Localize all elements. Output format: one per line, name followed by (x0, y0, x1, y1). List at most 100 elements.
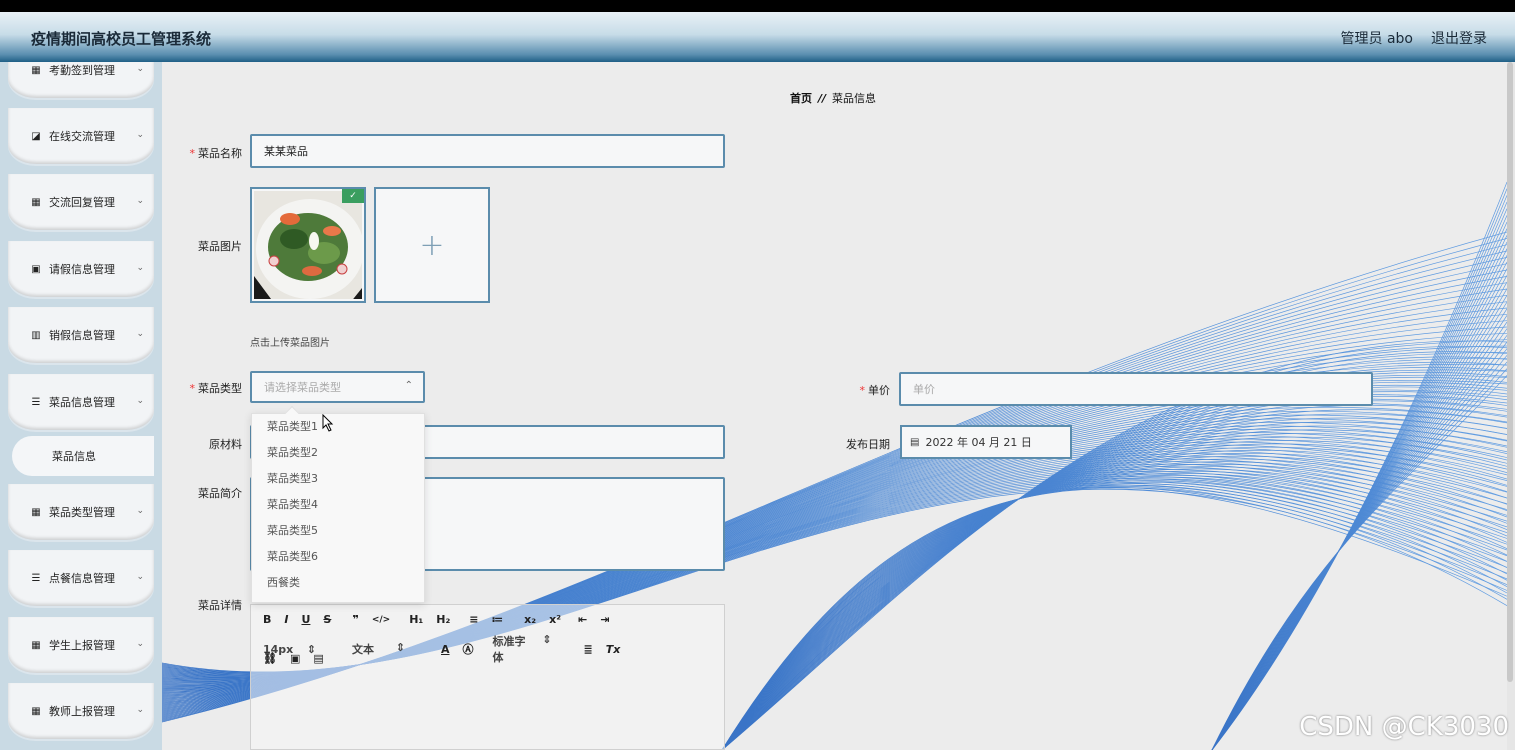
sidebar-item-label: 点餐信息管理 (49, 572, 115, 585)
sidebar-item-teacher-report[interactable]: ▦ 教师上报管理 ⌄ (8, 683, 154, 739)
breadcrumb: 首页 // 菜品信息 (790, 90, 876, 106)
sidebar-subitem-label: 菜品信息 (52, 450, 96, 463)
sidebar-item-label: 交流回复管理 (49, 196, 115, 209)
code-icon[interactable]: </> (372, 615, 390, 625)
top-header: 疫情期间高校员工管理系统 管理员 abo 退出登录 (0, 12, 1515, 62)
italic-icon[interactable]: I (284, 613, 288, 626)
chevron-up-icon: ⌃ (404, 380, 413, 391)
user-area: 管理员 abo 退出登录 (1341, 28, 1487, 48)
dish-thumbnail (254, 191, 362, 299)
bar-chart-icon: ▥ (31, 329, 41, 341)
list-icon: ☰ (31, 572, 41, 584)
dropdown-option[interactable]: 菜品类型5 (252, 518, 424, 544)
font-color-icon[interactable]: A (441, 643, 450, 656)
heading2-icon[interactable]: H₂ (436, 613, 450, 626)
breadcrumb-home[interactable]: 首页 (790, 92, 812, 105)
upload-hint: 点击上传菜品图片 (250, 338, 330, 349)
grid-icon: ▦ (31, 196, 41, 208)
video-icon[interactable]: ▤ (313, 652, 323, 665)
dropdown-option[interactable]: 西餐类 (252, 570, 424, 596)
plus-icon: + (419, 227, 445, 263)
material-label: 原材料 (209, 438, 242, 451)
rich-text-editor[interactable]: B I U S ❞ </> H₁ H₂ ≡ ≔ x₂ x² ⇤ ⇥ 14px ⇕ … (250, 604, 725, 750)
sidebar-item-label: 在线交流管理 (49, 130, 115, 143)
editor-toolbar-row-1: B I U S ❞ </> H₁ H₂ ≡ ≔ x₂ x² ⇤ ⇥ (263, 613, 622, 626)
dish-type-select[interactable]: 请选择菜品类型 ⌃ (250, 371, 425, 403)
chevron-down-icon: ⌄ (136, 329, 144, 339)
subscript-icon[interactable]: x₂ (524, 613, 536, 626)
sidebar-item-attendance[interactable]: ▦ 考勤签到管理 ⌄ (8, 62, 154, 98)
mouse-cursor-icon (322, 414, 334, 432)
dropdown-option[interactable]: 菜品类型6 (252, 544, 424, 570)
breadcrumb-separator: // (818, 92, 827, 105)
sidebar-item-label: 学生上报管理 (49, 639, 115, 652)
text-style-select[interactable]: 文本 ⇕ (352, 641, 418, 657)
link-icon[interactable]: ⛓ (263, 652, 277, 665)
grid-icon: ▦ (31, 705, 41, 717)
date-label: 发布日期 (846, 438, 890, 451)
outdent-icon[interactable]: ⇤ (578, 613, 587, 626)
chevron-down-icon: ⌄ (136, 506, 144, 516)
scrollbar-thumb[interactable] (1507, 62, 1513, 682)
logout-link[interactable]: 退出登录 (1431, 28, 1487, 48)
clear-format-icon[interactable]: Tx (606, 643, 621, 656)
sidebar-item-dish-type[interactable]: ▦ 菜品类型管理 ⌄ (8, 484, 154, 540)
underline-icon[interactable]: U (301, 613, 310, 626)
list-icon: ☰ (31, 396, 41, 408)
publish-date-value: 2022 年 04 月 21 日 (925, 436, 1032, 449)
clipboard-icon: ▣ (31, 263, 41, 275)
sidebar-item-label: 教师上报管理 (49, 705, 115, 718)
sidebar-item-leave[interactable]: ▣ 请假信息管理 ⌄ (8, 241, 154, 297)
check-icon: ✓ (342, 189, 364, 203)
align-icon[interactable]: ≣ (584, 643, 593, 656)
background-color-icon[interactable]: Ⓐ (463, 641, 474, 657)
chevron-down-icon: ⌄ (136, 639, 144, 649)
sidebar-item-orders[interactable]: ☰ 点餐信息管理 ⌄ (8, 550, 154, 606)
grid-icon: ▦ (31, 64, 41, 76)
current-user[interactable]: 管理员 abo (1341, 28, 1413, 48)
sidebar-item-label: 销假信息管理 (49, 329, 115, 342)
sidebar-subitem-dish-info[interactable]: 菜品信息 (12, 436, 154, 476)
font-family-select[interactable]: 标准字体 ⇕ (493, 633, 565, 665)
sidebar-item-label: 菜品类型管理 (49, 506, 115, 519)
detail-label: 菜品详情 (198, 599, 242, 612)
sidebar-item-online-chat[interactable]: ◪ 在线交流管理 ⌄ (8, 108, 154, 164)
sidebar-item-student-report[interactable]: ▦ 学生上报管理 ⌄ (8, 617, 154, 673)
dropdown-option[interactable]: 菜品类型3 (252, 466, 424, 492)
chevron-down-icon: ⌄ (136, 196, 144, 206)
sidebar-item-label: 考勤签到管理 (49, 64, 115, 77)
chevron-down-icon: ⌄ (136, 263, 144, 273)
sidebar-item-leave-cancel[interactable]: ▥ 销假信息管理 ⌄ (8, 307, 154, 363)
heading1-icon[interactable]: H₁ (409, 613, 423, 626)
dropdown-option[interactable]: 菜品类型2 (252, 440, 424, 466)
indent-icon[interactable]: ⇥ (600, 613, 609, 626)
price-input[interactable]: 单价 (899, 372, 1373, 406)
sidebar-item-chat-reply[interactable]: ▦ 交流回复管理 ⌄ (8, 174, 154, 230)
ordered-list-icon[interactable]: ≡ (469, 613, 478, 626)
sidebar-item-dish-info[interactable]: ☰ 菜品信息管理 ⌄ (8, 374, 154, 430)
grid-icon: ▦ (31, 639, 41, 651)
quote-icon[interactable]: ❞ (352, 613, 358, 626)
publish-date-input[interactable]: ▤ 2022 年 04 月 21 日 (900, 425, 1072, 459)
chevron-down-icon: ⌄ (136, 396, 144, 406)
strikethrough-icon[interactable]: S (323, 613, 331, 626)
app-title: 疫情期间高校员工管理系统 (31, 30, 212, 48)
main-content: 首页//菜品信息 * 菜品名称 某某菜品 菜品图片 ✓ + 点击上传菜品图片 *… (162, 62, 1507, 750)
watermark: CSDN @CK3030 (1299, 712, 1509, 742)
chevron-down-icon: ⌄ (136, 130, 144, 140)
dropdown-option[interactable]: 菜品类型1 (252, 414, 424, 440)
calendar-icon: ▤ (910, 436, 920, 448)
editor-toolbar-row-3: ⛓ ▣ ▤ (263, 652, 337, 665)
upload-button[interactable]: + (374, 187, 490, 303)
superscript-icon[interactable]: x² (549, 613, 561, 626)
uploaded-image[interactable]: ✓ (250, 187, 366, 303)
sidebar-item-label: 菜品信息管理 (49, 396, 115, 409)
name-label: * 菜品名称 (189, 147, 243, 160)
dish-name-input[interactable]: 某某菜品 (250, 134, 725, 168)
type-label: * 菜品类型 (189, 382, 243, 395)
bold-icon[interactable]: B (263, 613, 271, 626)
dropdown-option[interactable]: 菜品类型4 (252, 492, 424, 518)
bullet-list-icon[interactable]: ≔ (491, 613, 503, 626)
vertical-scrollbar[interactable] (1507, 62, 1515, 750)
image-icon[interactable]: ▣ (290, 652, 300, 665)
